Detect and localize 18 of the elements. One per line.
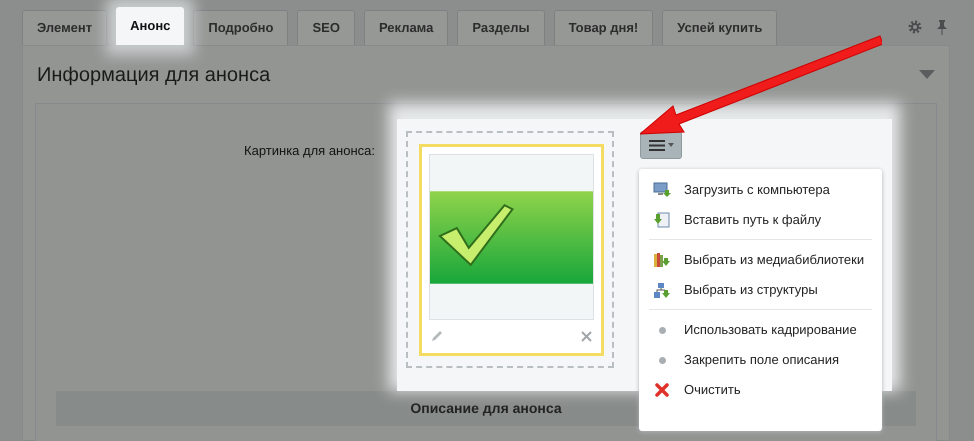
tab[interactable]: Анонс (116, 7, 184, 45)
tab[interactable]: Элемент (22, 10, 108, 45)
tab[interactable]: SEO (297, 10, 355, 45)
menu-item[interactable]: Выбрать из медиабиблиотеки (649, 245, 872, 275)
menu-item[interactable]: Выбрать из структуры (649, 275, 872, 305)
tab[interactable]: Успей купить (662, 10, 778, 45)
tab[interactable]: Товар дня! (554, 10, 654, 45)
tab[interactable]: Разделы (457, 10, 545, 45)
section-title: Информация для анонса (37, 62, 270, 88)
menu-item[interactable]: Закрепить поле описания (649, 345, 872, 375)
description-title: Описание для анонса (410, 399, 562, 418)
menu-item[interactable]: Вставить путь к файлу (649, 205, 872, 235)
menu-item[interactable]: Загрузить с компьютера (649, 175, 872, 205)
menu-item[interactable]: Использовать кадрирование (649, 315, 872, 345)
menu-item[interactable]: Очистить (649, 375, 872, 405)
tab[interactable]: Реклама (364, 10, 448, 45)
tab[interactable]: Подробно (193, 10, 288, 45)
field-label: Картинка для анонса: (244, 143, 375, 158)
